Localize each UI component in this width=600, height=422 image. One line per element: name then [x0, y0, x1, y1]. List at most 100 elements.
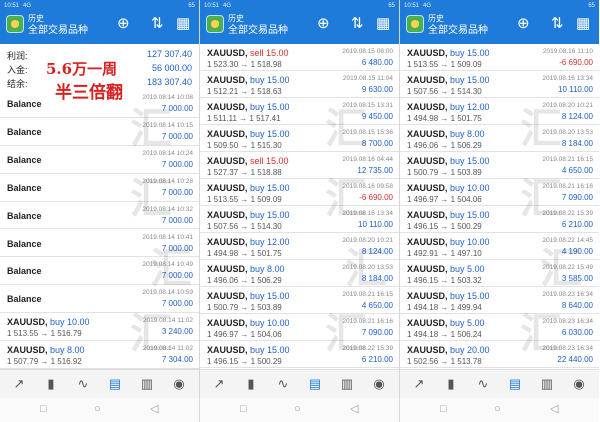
deal-time: 2019.08.14 10:24 — [142, 149, 193, 157]
trade-icon[interactable]: ∿ — [474, 375, 492, 393]
chart-icon[interactable]: ▮ — [42, 375, 60, 393]
deal-title: XAUUSD, buy 5.00 — [407, 264, 485, 274]
calendar-icon[interactable]: ▦ — [376, 16, 390, 32]
nav-back-button[interactable]: ◁ — [150, 403, 158, 415]
history-add-icon[interactable]: ⊕ — [117, 16, 130, 32]
list-item[interactable]: XAUUSD, buy 5.00 1 496.15 → 1 503.32 2019.… — [400, 260, 599, 287]
list-item[interactable]: XAUUSD, buy 15.00 1 511.11 → 1 517.41 2019… — [200, 98, 399, 125]
deal-title: Balance — [7, 266, 42, 277]
list-item[interactable]: XAUUSD, buy 10.00 1 513.55 → 1 516.79 2019… — [0, 313, 199, 342]
list-item[interactable]: XAUUSD, buy 20.00 1 502.56 → 1 513.78 2019… — [400, 341, 599, 368]
deal-profit: 8 184.00 — [561, 139, 593, 148]
list-item[interactable]: XAUUSD, buy 10.00 1 492.91 → 1 497.10 2019… — [400, 233, 599, 260]
list-item[interactable]: Balance 2019.08.14 10:24 7 000.00 — [0, 146, 199, 174]
deal-symbol: XAUUSD, — [407, 264, 451, 274]
deal-time: 2019.08.20 13:53 — [542, 129, 593, 136]
deal-prices: 1 513.55 → 1 509.09 — [207, 195, 282, 204]
nav-back-button[interactable]: ◁ — [550, 403, 558, 415]
chart-icon[interactable]: ▮ — [442, 375, 460, 393]
list-item[interactable]: XAUUSD, buy 15.00 1 507.56 → 1 514.30 2019… — [200, 206, 399, 233]
nav-recent-button[interactable]: □ — [440, 403, 447, 415]
list-item[interactable]: XAUUSD, buy 15.00 1 507.56 → 1 514.30 2019… — [400, 71, 599, 98]
app-header: 10:51 4G 65 历史 全部交易品种 ⊕ ⇅ ▦ — [200, 0, 399, 44]
list-item[interactable]: XAUUSD, buy 15.00 1 496.15 → 1 500.29 2019… — [400, 206, 599, 233]
chart-icon[interactable]: ▮ — [242, 375, 260, 393]
list-item[interactable]: Balance 2019.08.14 10:28 7 000.00 — [0, 174, 199, 202]
list-item[interactable]: XAUUSD, buy 15.00 1 496.15 → 1 500.29 2019… — [200, 341, 399, 368]
list-item[interactable]: XAUUSD, buy 8.00 1 507.79 → 1 516.92 2019.… — [0, 341, 199, 369]
list-item[interactable]: XAUUSD, buy 8.00 1 496.06 → 1 506.29 2019.… — [200, 260, 399, 287]
list-item[interactable]: XAUUSD, buy 15.00 1 500.79 → 1 503.89 2019… — [200, 287, 399, 314]
list-item[interactable]: XAUUSD, buy 15.00 1 509.50 → 1 515.30 2019… — [200, 125, 399, 152]
list-item[interactable]: XAUUSD, buy 15.00 1 494.18 → 1 499.94 2019… — [400, 287, 599, 314]
trade-icon[interactable]: ∿ — [274, 375, 292, 393]
history-icon[interactable]: ▤ — [506, 375, 524, 393]
deal-prices: 1 494.98 → 1 501.75 — [207, 249, 282, 258]
list-item[interactable]: XAUUSD, sell 15.00 1 527.37 → 1 518.88 201… — [200, 152, 399, 179]
deal-time: 2019.08.15 13:31 — [342, 102, 393, 109]
status-time: 10:51 — [4, 3, 20, 9]
news-icon[interactable]: ▥ — [138, 375, 156, 393]
history-icon[interactable]: ▤ — [306, 375, 324, 393]
deal-time: 2019.08.15 11:04 — [342, 75, 393, 82]
symbol-filter[interactable]: 全部交易品种 — [28, 25, 88, 37]
deal-title: XAUUSD, buy 10.00 — [207, 318, 290, 328]
list-item[interactable]: XAUUSD, buy 10.00 1 496.97 → 1 504.06 2019… — [400, 179, 599, 206]
deal-time: 2019.08.14 10:15 — [142, 121, 193, 129]
list-item[interactable]: XAUUSD, buy 12.00 1 494.98 → 1 501.75 2019… — [400, 98, 599, 125]
list-item[interactable]: XAUUSD, buy 8.00 1 496.06 → 1 506.29 2019.… — [400, 125, 599, 152]
trade-icon[interactable]: ∿ — [74, 375, 92, 393]
nav-recent-button[interactable]: □ — [240, 403, 247, 415]
sort-icon[interactable]: ⇅ — [551, 16, 564, 32]
nav-home-button[interactable]: ○ — [94, 403, 101, 415]
deal-symbol: XAUUSD, — [407, 102, 451, 112]
history-add-icon[interactable]: ⊕ — [317, 16, 330, 32]
list-item[interactable]: Balance 2019.08.14 10:59 7 000.00 — [0, 285, 199, 314]
sort-icon[interactable]: ⇅ — [351, 16, 364, 32]
calendar-icon[interactable]: ▦ — [176, 16, 190, 32]
nav-back-button[interactable]: ◁ — [350, 403, 358, 415]
deal-symbol: XAUUSD, — [207, 345, 251, 355]
deal-time: 2019.08.23 16:34 — [542, 291, 593, 298]
deal-time: 2019.08.22 15:39 — [542, 210, 593, 217]
deal-symbol: XAUUSD, — [207, 129, 251, 139]
sort-icon[interactable]: ⇅ — [151, 16, 164, 32]
list-item[interactable]: Balance 2019.08.14 10:41 7 000.00 — [0, 230, 199, 258]
deal-prices: 1 494.18 → 1 499.94 — [407, 303, 482, 312]
list-item[interactable]: XAUUSD, buy 15.00 1 512.21 → 1 518.63 2019… — [200, 71, 399, 98]
history-icon[interactable]: ▤ — [106, 375, 124, 393]
list-item[interactable]: XAUUSD, buy 12.00 1 494.98 → 1 501.75 2019… — [200, 233, 399, 260]
chat-icon[interactable]: ◉ — [370, 375, 388, 393]
deal-time: 2019.08.22 15:39 — [342, 345, 393, 352]
quotes-icon[interactable]: ↗ — [10, 375, 28, 393]
deal-side: sell 15.00 — [250, 48, 289, 58]
nav-recent-button[interactable]: □ — [40, 403, 47, 415]
list-item[interactable]: Balance 2019.08.14 10:32 7 000.00 — [0, 202, 199, 230]
quotes-icon[interactable]: ↗ — [210, 375, 228, 393]
list-item[interactable]: Balance 2019.08.14 10:08 7 000.00 — [0, 90, 199, 118]
chat-icon[interactable]: ◉ — [570, 375, 588, 393]
deal-symbol: XAUUSD, — [407, 75, 451, 85]
symbol-filter[interactable]: 全部交易品种 — [428, 25, 488, 37]
list-item[interactable]: Balance 2019.08.14 10:49 7 000.00 — [0, 257, 199, 286]
nav-home-button[interactable]: ○ — [494, 403, 501, 415]
list-item[interactable]: XAUUSD, buy 15.00 1 513.55 → 1 509.09 2019… — [400, 44, 599, 71]
news-icon[interactable]: ▥ — [538, 375, 556, 393]
list-item[interactable]: XAUUSD, buy 10.00 1 496.97 → 1 504.06 2019… — [200, 314, 399, 341]
deal-symbol: XAUUSD, — [407, 237, 451, 247]
chat-icon[interactable]: ◉ — [170, 375, 188, 393]
list-item[interactable]: XAUUSD, sell 15.00 1 523.30 → 1 518.98 201… — [200, 44, 399, 71]
calendar-icon[interactable]: ▦ — [576, 16, 590, 32]
deal-time: 2019.08.16 13:34 — [342, 210, 393, 217]
nav-home-button[interactable]: ○ — [294, 403, 301, 415]
news-icon[interactable]: ▥ — [338, 375, 356, 393]
list-item[interactable]: XAUUSD, buy 15.00 1 513.55 → 1 509.09 2019… — [200, 179, 399, 206]
quotes-icon[interactable]: ↗ — [410, 375, 428, 393]
symbol-filter[interactable]: 全部交易品种 — [228, 25, 288, 37]
status-bar: 10:51 4G 65 — [404, 3, 595, 12]
list-item[interactable]: XAUUSD, buy 5.00 1 494.18 → 1 506.24 2019.… — [400, 314, 599, 341]
history-add-icon[interactable]: ⊕ — [517, 16, 530, 32]
deal-profit: 7 000.00 — [161, 187, 193, 197]
list-item[interactable]: XAUUSD, buy 15.00 1 500.79 → 1 503.89 2019… — [400, 152, 599, 179]
list-item[interactable]: Balance 2019.08.14 10:15 7 000.00 — [0, 118, 199, 146]
